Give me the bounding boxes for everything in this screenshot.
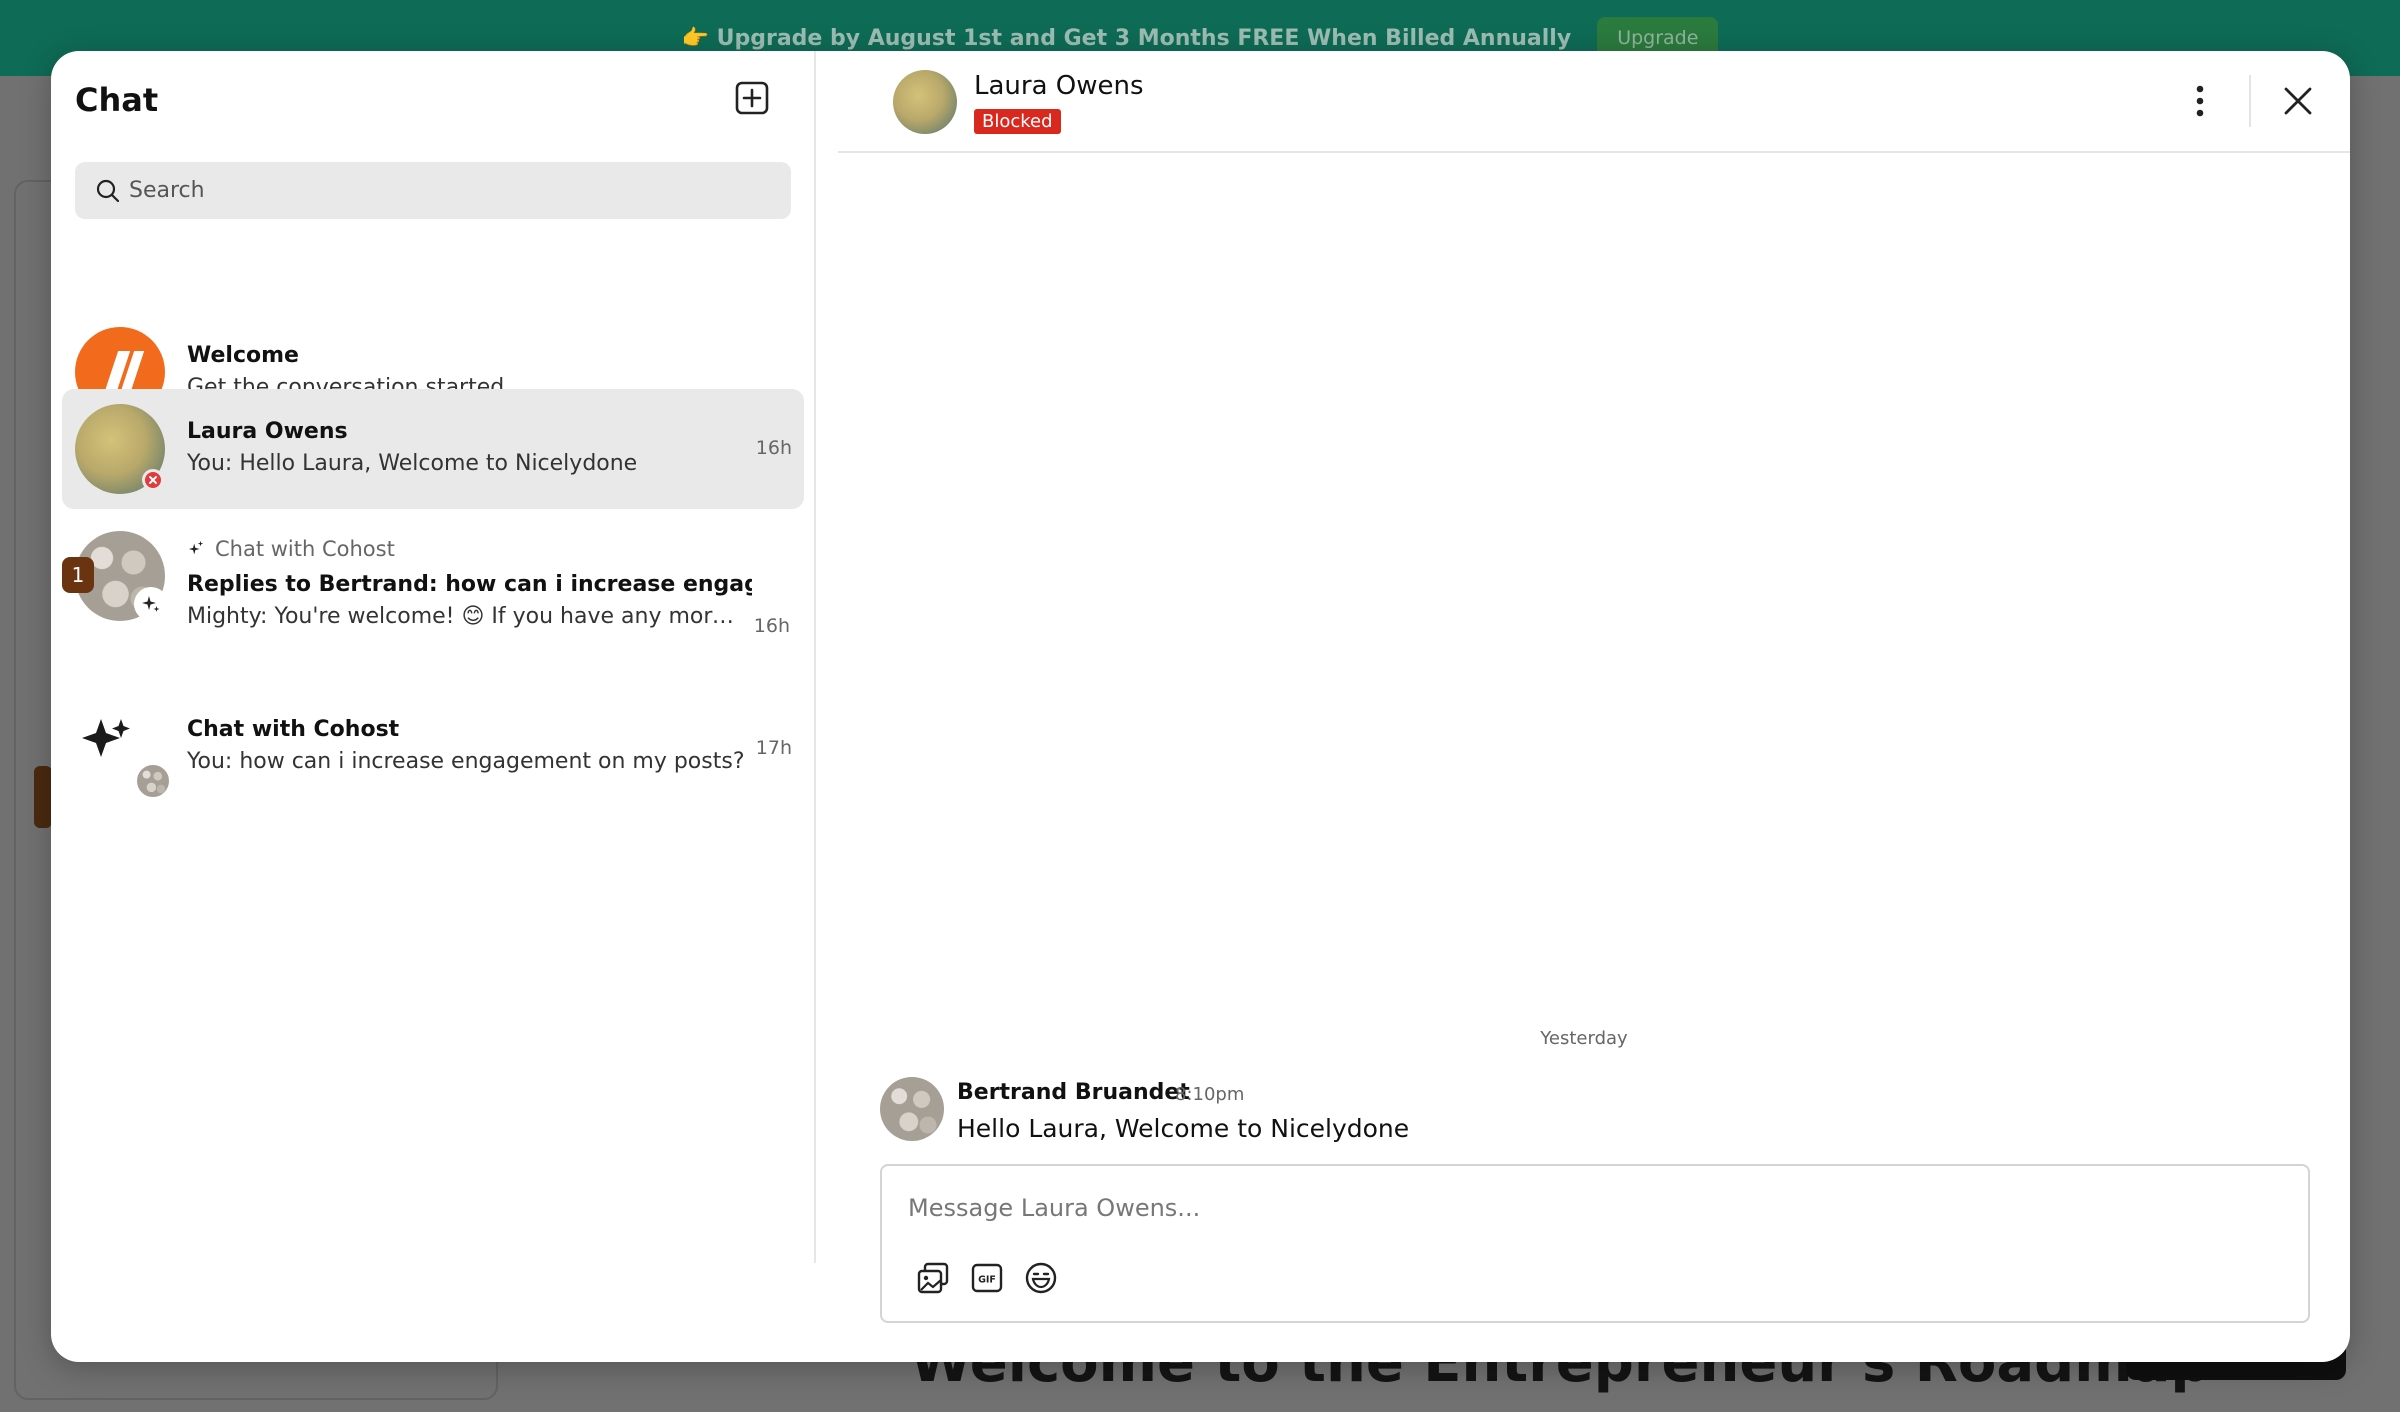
more-vertical-icon (2196, 85, 2204, 117)
avatar[interactable] (880, 1077, 944, 1141)
conversation-pane: Laura Owens Blocked Yesterday Bertrand B… (818, 51, 2350, 1362)
conversation-time: 16h (755, 437, 792, 459)
conversation-time: 17h (755, 737, 792, 759)
conversation-time: 16h (753, 615, 790, 637)
chat-modal: Chat Welcome Get the conversati (51, 51, 2350, 1362)
unread-count-badge: 1 (62, 557, 94, 593)
status-badge: Blocked (974, 109, 1061, 134)
conversation-label: Chat with Cohost (187, 537, 395, 561)
more-options-button[interactable] (2180, 81, 2220, 121)
conversation-header: Laura Owens Blocked (838, 51, 2350, 153)
conversation-name: Welcome (187, 343, 299, 368)
conversation-item-laura-owens[interactable]: Laura Owens You: Hello Laura, Welcome to… (62, 389, 804, 509)
conversation-preview: You: how can i increase engagement on my… (187, 749, 745, 774)
svg-text:GIF: GIF (978, 1275, 996, 1286)
image-icon (917, 1262, 949, 1294)
conversation-name: Laura Owens (187, 419, 348, 444)
header-divider (2249, 75, 2251, 127)
conversation-list-pane: Chat Welcome Get the conversati (51, 51, 816, 1263)
avatar (135, 763, 171, 799)
conversation-label-text: Chat with Cohost (215, 537, 395, 561)
conversation-name: Replies to Bertrand: how can i increase … (187, 572, 752, 597)
conversation-preview: Mighty: You're welcome! 😊 If you have an… (187, 604, 747, 629)
sparkle-icon (134, 587, 168, 621)
upgrade-banner-text: 👉 Upgrade by August 1st and Get 3 Months… (681, 25, 1572, 51)
emoji-button[interactable] (1022, 1259, 1060, 1297)
avatar[interactable] (893, 70, 957, 134)
gif-button[interactable]: GIF (968, 1259, 1006, 1297)
search-icon (96, 179, 120, 202)
emoji-icon (1025, 1262, 1057, 1294)
close-icon (2284, 87, 2312, 115)
message-composer: GIF (880, 1164, 2310, 1323)
search-input[interactable] (129, 178, 769, 203)
message-time: 8:10pm (1175, 1084, 1245, 1105)
blocked-status-icon (142, 469, 164, 491)
day-separator: Yesterday (1540, 1028, 1628, 1049)
new-chat-icon (735, 81, 769, 115)
conversation-item-cohost-replies[interactable]: 1 Chat with Cohost Replies to Bertrand: … (62, 517, 804, 647)
conversation-preview: You: Hello Laura, Welcome to Nicelydone (187, 451, 638, 476)
message-author[interactable]: Bertrand Bruandet (957, 1080, 1190, 1105)
conversation-name: Chat with Cohost (187, 717, 400, 742)
chat-title: Chat (75, 81, 159, 119)
sparkle-icon (188, 540, 204, 555)
message-input[interactable] (908, 1194, 2278, 1222)
close-button[interactable] (2276, 79, 2320, 123)
message-text: Hello Laura, Welcome to Nicelydone (957, 1114, 1410, 1143)
gif-icon: GIF (971, 1263, 1003, 1293)
background-nav-indicator (34, 766, 52, 828)
new-chat-button[interactable] (731, 77, 773, 119)
attach-image-button[interactable] (914, 1259, 952, 1297)
contact-name[interactable]: Laura Owens (974, 71, 1144, 101)
search-box[interactable] (75, 162, 791, 219)
conversation-item-chat-with-cohost[interactable]: Chat with Cohost You: how can i increase… (62, 689, 804, 799)
